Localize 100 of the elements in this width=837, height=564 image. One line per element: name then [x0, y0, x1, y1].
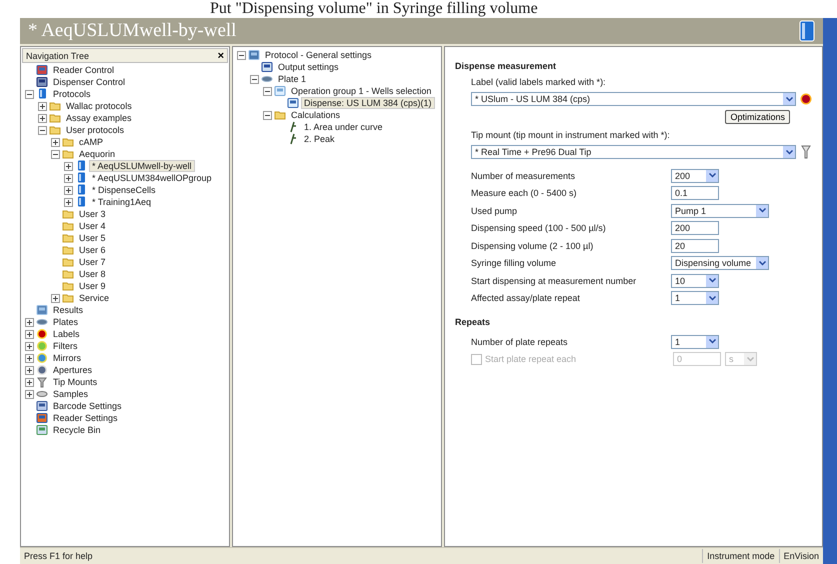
tree-item[interactable]: Tip Mounts	[50, 376, 100, 388]
folder-icon	[274, 109, 286, 121]
folder-icon	[49, 112, 61, 124]
field-label: Dispensing volume (2 - 100 µl)	[471, 240, 594, 251]
tree-item[interactable]: * AeqUSLUMwell-by-well	[89, 160, 195, 172]
optimizations-button[interactable]: Optimizations	[725, 110, 790, 124]
book-icon	[75, 160, 87, 172]
dropdown[interactable]: 1	[671, 334, 719, 349]
folder-icon	[49, 100, 61, 112]
collapse-icon[interactable]	[263, 86, 272, 96]
tree-item[interactable]: * DispenseCells	[89, 184, 159, 196]
dropdown[interactable]: Pump 1	[671, 204, 769, 218]
status-text: Press F1 for help	[23, 550, 94, 563]
expand-icon[interactable]	[25, 378, 34, 386]
dropdown[interactable]: 1	[671, 291, 719, 306]
expand-icon[interactable]	[25, 354, 34, 362]
book-icon	[75, 172, 87, 184]
tree-item[interactable]: Recycle Bin	[50, 424, 104, 436]
tree-item[interactable]: Plates	[50, 316, 82, 328]
folder-icon	[62, 292, 74, 304]
collapse-icon[interactable]	[263, 110, 272, 120]
expand-icon[interactable]	[25, 330, 34, 338]
tree-item[interactable]: 1. Area under curve	[301, 121, 386, 133]
caption-text: Put "Dispensing volume" in Syringe filling volume	[209, 0, 539, 18]
tree-item[interactable]: Reader Control	[50, 64, 118, 76]
folder-icon	[62, 208, 74, 220]
tree-item[interactable]: * AeqUSLUM384wellOPgroup	[89, 172, 215, 184]
tree-item[interactable]: Operation group 1 - Wells selection	[288, 85, 434, 97]
tree-item[interactable]: 2. Peak	[301, 133, 338, 145]
input-field[interactable]: 20	[671, 238, 719, 253]
tree-item[interactable]: User protocols	[63, 124, 128, 136]
folder-icon	[49, 124, 61, 136]
tree-item[interactable]: Dispense: US LUM 384 (cps)(1)	[301, 97, 435, 109]
dropdown[interactable]: 10	[671, 274, 719, 288]
expand-icon[interactable]	[51, 138, 60, 146]
dropdown[interactable]: Dispensing volume	[671, 256, 769, 270]
collapse-icon[interactable]	[25, 90, 34, 98]
tree-item[interactable]: Output settings	[275, 61, 342, 73]
tree-item[interactable]: Wallac protocols	[63, 100, 135, 112]
expand-icon[interactable]	[51, 294, 60, 302]
book-icon	[799, 20, 815, 42]
tree-item[interactable]: Labels	[50, 328, 83, 340]
dropdown[interactable]: * USlum - US LUM 384 (cps)	[471, 92, 796, 106]
tree-item[interactable]: User 8	[76, 268, 109, 280]
tree-item[interactable]: Calculations	[288, 109, 344, 121]
expand-icon[interactable]	[25, 366, 34, 374]
tree-item[interactable]: User 5	[76, 232, 109, 244]
tree-item[interactable]: Protocols	[50, 88, 94, 100]
tree-item[interactable]: User 7	[76, 256, 109, 268]
tree-item[interactable]: Apertures	[50, 364, 96, 376]
expand-icon[interactable]	[64, 198, 73, 206]
collapse-icon[interactable]	[51, 150, 60, 158]
tree-item[interactable]: User 4	[76, 220, 109, 232]
folder-icon	[62, 136, 74, 148]
tree-item[interactable]: User 6	[76, 244, 109, 256]
expand-icon[interactable]	[38, 114, 47, 122]
section-heading: Repeats	[455, 317, 492, 327]
tree-item[interactable]: cAMP	[76, 136, 106, 148]
tree-item[interactable]: Protocol - General settings	[262, 49, 375, 61]
dropdown[interactable]: 200	[671, 168, 719, 183]
dropdown[interactable]: * Real Time + Pre96 Dual Tip	[471, 145, 796, 159]
checkbox-label: Start plate repeat each	[485, 354, 578, 364]
input-field[interactable]: 0.1	[671, 186, 719, 200]
field-label: Syringe filling volume	[471, 258, 558, 268]
tree-item[interactable]: Filters	[50, 340, 80, 352]
collapse-icon[interactable]	[38, 126, 47, 134]
tree-item[interactable]: * Training1Aeq	[89, 196, 154, 208]
tree-item[interactable]: User 9	[76, 280, 109, 292]
tree-item[interactable]: Aequorin	[76, 148, 118, 160]
close-button[interactable]: ×	[218, 50, 224, 60]
field-label: Measure each (0 - 5400 s)	[471, 188, 578, 198]
expand-icon[interactable]	[38, 102, 47, 110]
tree-item[interactable]: Assay examples	[63, 112, 135, 124]
field-label: Start dispensing at measurement number	[471, 276, 638, 286]
tree-item[interactable]: Plate 1	[275, 73, 310, 85]
tree-item[interactable]: Samples	[50, 388, 92, 400]
expand-icon[interactable]	[25, 318, 34, 326]
tree-item[interactable]: Dispenser Control	[50, 76, 128, 88]
expand-icon[interactable]	[25, 390, 34, 398]
status-text: Instrument mode	[702, 549, 779, 563]
collapse-icon[interactable]	[237, 50, 246, 60]
expand-icon[interactable]	[64, 186, 73, 194]
collapse-icon[interactable]	[250, 74, 259, 84]
expand-icon[interactable]	[64, 174, 73, 182]
field-label: Number of measurements	[471, 170, 576, 181]
folder-icon	[62, 280, 74, 292]
field-label: Number of plate repeats	[471, 336, 569, 347]
tree-item[interactable]: Mirrors	[50, 352, 84, 364]
window-title: * AeqUSLUMwell-by-well	[28, 20, 236, 42]
tree-item[interactable]: Barcode Settings	[50, 400, 125, 412]
section-heading: Dispense measurement	[455, 61, 558, 71]
expand-icon[interactable]	[64, 162, 73, 170]
tree-item[interactable]: Reader Settings	[50, 412, 121, 424]
expand-icon[interactable]	[25, 342, 34, 350]
folder-icon	[62, 220, 74, 232]
tree-item[interactable]: Results	[50, 304, 86, 316]
input-field[interactable]: 200	[671, 221, 719, 236]
tree-item[interactable]: Service	[76, 292, 112, 304]
book-icon	[75, 196, 87, 208]
tree-item[interactable]: User 3	[76, 208, 109, 220]
